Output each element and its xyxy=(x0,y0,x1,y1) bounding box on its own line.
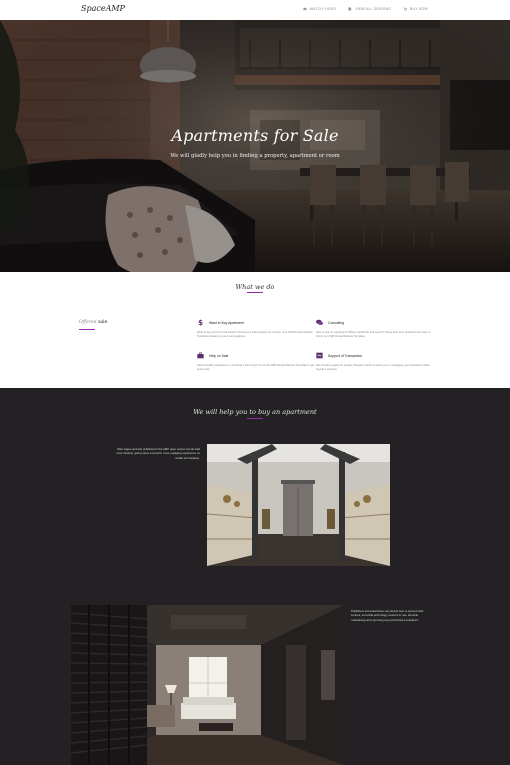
hero-subtitle: We will gladly help you in finding a pro… xyxy=(170,153,340,159)
nav-buy-now[interactable]: BUY NOW xyxy=(403,7,428,11)
svg-text:$: $ xyxy=(198,319,203,326)
nav-watch-video[interactable]: WATCH VIDEO xyxy=(303,7,337,11)
feature-text: Need a quality assistance in choosing a … xyxy=(197,364,315,372)
feature-title: Consulting xyxy=(328,321,345,325)
logo[interactable]: SpaceAMP xyxy=(81,4,125,13)
site-header: SpaceAMP WATCH VIDEO VIEW ALL DESIGNS BU… xyxy=(0,0,510,20)
tab-sale[interactable]: sale xyxy=(98,320,107,325)
living-room-photo xyxy=(71,605,344,765)
page: SpaceAMP WATCH VIDEO VIEW ALL DESIGNS BU… xyxy=(0,0,510,765)
video-icon xyxy=(303,7,307,11)
help-paragraph-1: Web pages and ads published in the AMP o… xyxy=(116,447,200,460)
nav-label: VIEW ALL DESIGNS xyxy=(355,7,391,11)
feature-title: Support of Transaction xyxy=(328,354,363,358)
chat-icon xyxy=(316,319,323,326)
handshake-icon xyxy=(316,352,323,359)
feature-consulting: Consulting How to pick an apartment? Whe… xyxy=(316,319,434,349)
help-paragraph-2: Publishers and advertisers can decide ho… xyxy=(351,609,424,622)
feature-text: Want to buy and rent real estate? Choosi… xyxy=(197,331,313,339)
section-title: What we do xyxy=(235,283,275,291)
tab-offered[interactable]: Offered xyxy=(79,320,97,325)
hallway-photo xyxy=(207,444,390,566)
nav-label: BUY NOW xyxy=(409,7,428,11)
section-underline xyxy=(247,418,263,419)
hero-title: Apartments for Sale xyxy=(171,126,339,145)
feature-text: How to pick an apartment? When should th… xyxy=(316,331,431,339)
nav-label: WATCH VIDEO xyxy=(309,7,337,11)
tabs: Offered sale xyxy=(79,320,107,325)
what-we-do-section: What we do Offered sale $ Want to Buy Ap… xyxy=(0,272,510,388)
nav-view-all-designs[interactable]: VIEW ALL DESIGNS xyxy=(348,7,391,11)
feature-text: We provide a guide for escape through ex… xyxy=(316,364,430,372)
tag-icon xyxy=(348,7,352,11)
top-nav: WATCH VIDEO VIEW ALL DESIGNS BUY NOW xyxy=(303,7,428,11)
cart-icon xyxy=(403,7,407,11)
section-underline xyxy=(247,292,263,293)
tab-underline xyxy=(79,329,95,330)
feature-title: Help on Sale xyxy=(209,354,229,358)
hero: Apartments for Sale We will gladly help … xyxy=(0,20,510,272)
help-section: We will help you to buy an apartment Web… xyxy=(0,388,510,765)
feature-title: Want to Buy Apartment xyxy=(209,321,244,325)
feature-help-on-sale: Help on Sale Need a quality assistance i… xyxy=(197,352,315,382)
briefcase-icon xyxy=(197,352,204,359)
feature-support-transaction: Support of Transaction We provide a guid… xyxy=(316,352,434,382)
feature-buy-apartment: $ Want to Buy Apartment Want to buy and … xyxy=(197,319,315,349)
dollar-icon: $ xyxy=(198,319,203,326)
section-title: We will help you to buy an apartment xyxy=(193,408,317,416)
hero-background-image xyxy=(0,20,510,272)
